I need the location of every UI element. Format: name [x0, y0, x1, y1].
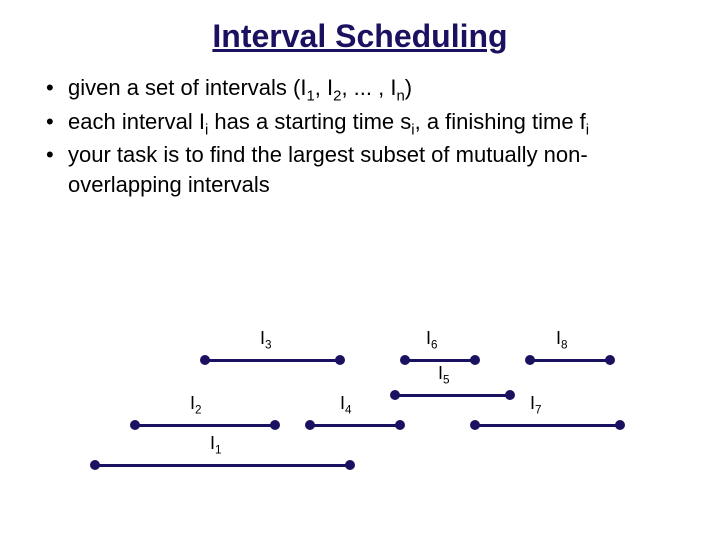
bullet-list: given a set of intervals (I1, I2, ... , …: [44, 73, 676, 200]
text: has a starting time s: [208, 109, 411, 134]
endpoint-icon: [605, 355, 615, 365]
endpoint-icon: [470, 420, 480, 430]
interval-I8: [530, 350, 610, 370]
endpoint-icon: [390, 390, 400, 400]
subscript: i: [586, 121, 589, 138]
endpoint-icon: [470, 355, 480, 365]
endpoint-icon: [270, 420, 280, 430]
interval-I7: [475, 415, 620, 435]
bar-icon: [205, 359, 340, 362]
subscript: 4: [345, 404, 352, 417]
endpoint-icon: [200, 355, 210, 365]
interval-I1: [95, 455, 350, 475]
bar-icon: [95, 464, 350, 467]
interval-diagram: I3 I6 I8 I5: [0, 330, 720, 530]
label-I6: I6: [426, 328, 438, 349]
label-I2: I2: [190, 393, 202, 414]
bar-icon: [310, 424, 400, 427]
bar-icon: [135, 424, 275, 427]
interval-I5: [395, 385, 510, 405]
endpoint-icon: [395, 420, 405, 430]
interval-I4: [310, 415, 400, 435]
endpoint-icon: [345, 460, 355, 470]
interval-I2: [135, 415, 275, 435]
text: , I: [315, 75, 333, 100]
interval-I3: [205, 350, 340, 370]
bullet-3: your task is to find the largest subset …: [44, 140, 676, 199]
bullet-2: each interval Ii has a starting time si,…: [44, 107, 676, 137]
text: , ... , I: [341, 75, 396, 100]
subscript: 5: [443, 374, 450, 387]
endpoint-icon: [335, 355, 345, 365]
text: given a set of intervals (I: [68, 75, 306, 100]
endpoint-icon: [505, 390, 515, 400]
subscript: n: [396, 87, 404, 104]
subscript: 8: [561, 339, 568, 352]
label-I7: I7: [530, 393, 542, 414]
slide: Interval Scheduling given a set of inter…: [0, 0, 720, 540]
label-I8: I8: [556, 328, 568, 349]
endpoint-icon: [305, 420, 315, 430]
text: each interval I: [68, 109, 205, 134]
bar-icon: [530, 359, 610, 362]
slide-title: Interval Scheduling: [0, 0, 720, 55]
label-I3: I3: [260, 328, 272, 349]
label-I1: I1: [210, 433, 222, 454]
endpoint-icon: [90, 460, 100, 470]
bullet-1: given a set of intervals (I1, I2, ... , …: [44, 73, 676, 103]
endpoint-icon: [130, 420, 140, 430]
text: ): [405, 75, 412, 100]
subscript: 1: [306, 87, 314, 104]
endpoint-icon: [525, 355, 535, 365]
subscript: 6: [431, 339, 438, 352]
bar-icon: [395, 394, 510, 397]
subscript: 3: [265, 339, 272, 352]
label-I5: I5: [438, 363, 450, 384]
subscript: 7: [535, 404, 542, 417]
label-I4: I4: [340, 393, 352, 414]
bar-icon: [405, 359, 475, 362]
endpoint-icon: [400, 355, 410, 365]
endpoint-icon: [615, 420, 625, 430]
subscript: 2: [195, 404, 202, 417]
text: , a finishing time f: [415, 109, 586, 134]
subscript: 1: [215, 444, 222, 457]
bar-icon: [475, 424, 620, 427]
